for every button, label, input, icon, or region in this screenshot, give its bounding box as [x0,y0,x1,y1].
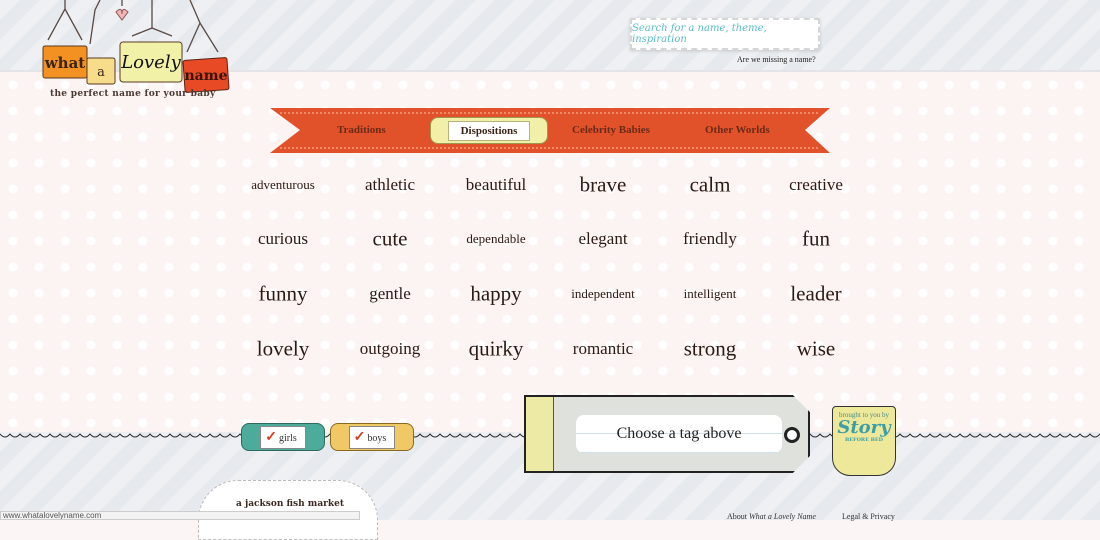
tag-lovely[interactable]: lovely [257,337,310,362]
tag-athletic[interactable]: athletic [365,175,415,195]
tag-romantic[interactable]: romantic [573,339,633,359]
tag-beautiful[interactable]: beautiful [466,175,526,195]
tag-calm[interactable]: calm [690,173,731,198]
tag-brave[interactable]: brave [580,173,627,198]
tag-elegant[interactable]: elegant [578,229,627,249]
tag-happy[interactable]: happy [470,282,521,307]
sponsor-name: Story [837,417,891,438]
company-link[interactable]: a jackson fish market [236,499,344,509]
tab-traditions[interactable]: Traditions [337,124,386,136]
tag-quirky[interactable]: quirky [469,337,524,362]
tag-cute[interactable]: cute [373,227,408,252]
tab-other-worlds[interactable]: Other Worlds [705,124,770,136]
tag-friendly[interactable]: friendly [683,229,737,249]
tag-hole-icon [784,427,800,443]
tag-adventurous[interactable]: adventurous [251,177,315,193]
tag-stub [526,397,554,471]
tag-gentle[interactable]: gentle [369,284,411,304]
tab-dispositions[interactable]: Dispositions [430,117,548,144]
tag-creative[interactable]: creative [789,175,843,195]
tag-funny[interactable]: funny [259,282,308,307]
tagline: the perfect name for your baby [50,89,216,99]
logo-lovely-text: Lovely [120,52,181,73]
tag-curious[interactable]: curious [258,229,308,249]
logo-what-text: what [44,54,86,72]
search-input[interactable]: Search for a name, theme, inspiration [630,18,820,50]
tag-wise[interactable]: wise [797,337,836,362]
tab-celebrity-babies[interactable]: Celebrity Babies [572,124,650,136]
missing-name-link[interactable]: Are we missing a name? [737,55,816,64]
girls-filter-checkbox[interactable]: ✓ girls [241,423,325,451]
tag-fun[interactable]: fun [802,227,830,252]
tag-dependable[interactable]: dependable [466,231,525,247]
tag-independent[interactable]: independent [571,286,635,302]
tag-intelligent[interactable]: intelligent [684,286,737,302]
tag-leader[interactable]: leader [790,282,841,307]
logo-name-text: name [185,68,228,84]
status-bar-url: www.whatalovelyname.com [0,511,360,520]
logo-a-text: a [97,65,105,80]
footer-cloud [198,480,378,540]
selected-tag-display: Choose a tag above [524,395,810,473]
boys-filter-checkbox[interactable]: ✓ boys [330,423,414,451]
tab-dispositions-label: Dispositions [447,120,531,141]
check-icon: ✓ [265,429,277,445]
selected-tag-text: Choose a tag above [576,415,782,453]
boys-label: boys [367,432,387,444]
girls-label: girls [278,432,297,444]
tag-strong[interactable]: strong [684,337,737,362]
sponsor-badge[interactable]: brought to you by Story BEFORE BED [832,406,896,476]
tag-outgoing[interactable]: outgoing [360,339,420,359]
check-icon: ✓ [353,429,366,445]
